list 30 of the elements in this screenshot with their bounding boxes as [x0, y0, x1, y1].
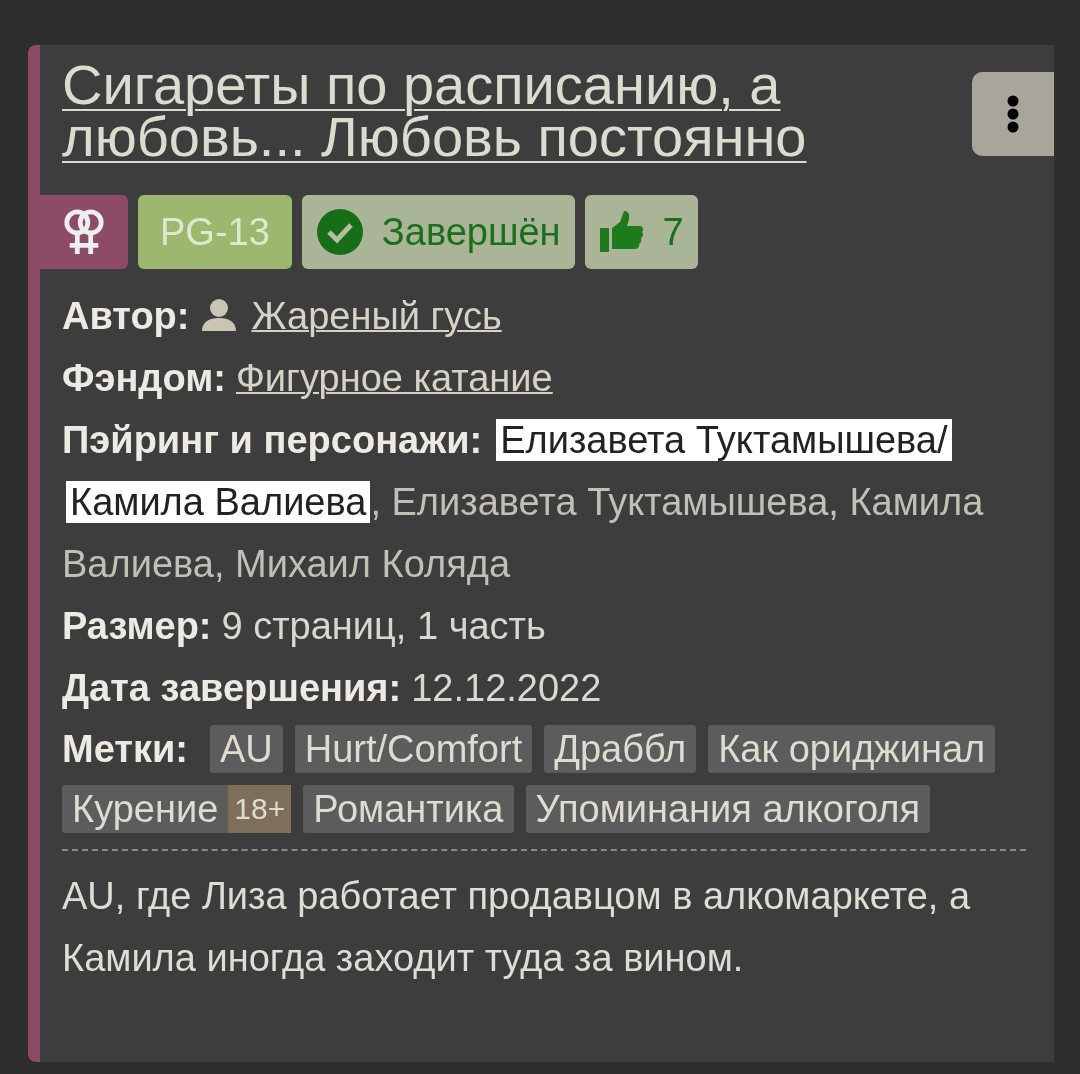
field-label: Размер: — [62, 605, 212, 647]
likes-count: 7 — [662, 210, 684, 254]
tag[interactable]: Драббл — [544, 725, 697, 773]
author-link[interactable]: Жареный гусь — [251, 295, 502, 337]
field-value: 9 страниц, 1 часть — [221, 605, 546, 647]
status-badge[interactable]: Завершён — [301, 195, 575, 269]
check-icon — [315, 208, 364, 256]
user-icon — [199, 298, 238, 332]
title-link[interactable]: Сигареты по расписанию, а любовь... Любовь постоянно — [62, 59, 942, 163]
field-label: Автор: — [62, 295, 190, 337]
fandom-link[interactable]: Фигурное катание — [235, 357, 553, 399]
likes-badge[interactable]: 7 — [584, 195, 698, 269]
tag[interactable]: Романтика — [303, 785, 514, 833]
field-label: Фэндом: — [62, 357, 226, 399]
adult-marker: 18+ — [228, 785, 292, 833]
status-label: Завершён — [381, 210, 561, 254]
tag[interactable]: AU — [209, 725, 283, 773]
thumbs-up-icon — [598, 210, 645, 254]
field-label: Дата завершения: — [62, 667, 402, 709]
more-icon — [1007, 95, 1019, 133]
tag[interactable]: Hurt/Comfort — [294, 725, 533, 773]
field-value: 12.12.2022 — [411, 667, 602, 709]
tag[interactable]: Как ориджинал — [708, 725, 996, 773]
tags-label: Метки: — [62, 727, 188, 771]
female-female-icon — [62, 207, 106, 257]
tag[interactable]: Упоминания алкоголя — [525, 785, 931, 833]
menu-button[interactable] — [972, 72, 1054, 156]
tag[interactable]: Курение 18+ — [62, 785, 292, 833]
description-text: AU, где Лиза работает продавцом в алкомаркете, а Камила иногда заходит туда за вином. — [62, 874, 972, 981]
direction-badge[interactable] — [40, 195, 128, 269]
